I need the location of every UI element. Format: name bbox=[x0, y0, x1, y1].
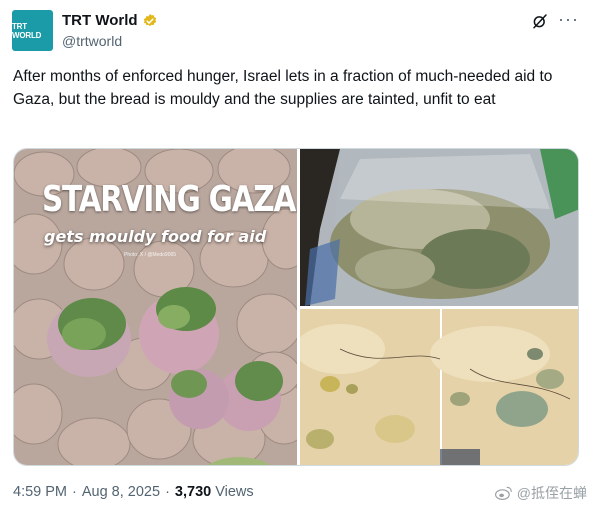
separator: · bbox=[72, 484, 77, 500]
media-overlay-credit: Photo: X / @Medo9065 bbox=[124, 252, 177, 258]
watermark: @抵侄在蝉 bbox=[494, 483, 587, 503]
views-label: Views bbox=[215, 484, 254, 500]
mouldy-bag-photo bbox=[300, 149, 578, 306]
watermark-text: @抵侄在蝉 bbox=[516, 485, 587, 501]
media-overlay-title: STARVING GAZA bbox=[42, 179, 296, 220]
media-image-mouldy-flatbread[interactable] bbox=[300, 309, 578, 465]
tweet-footer: 4:59 PM · Aug 8, 2025 · 3,730 Views bbox=[13, 484, 254, 500]
more-options-button[interactable]: ··· bbox=[558, 10, 579, 28]
media-overlay-subtitle: gets mouldy food for aid bbox=[44, 227, 267, 246]
views-count[interactable]: 3,730 bbox=[175, 484, 211, 500]
author-display-name-row[interactable]: TRT World bbox=[62, 11, 158, 30]
author-names: TRT World @trtworld bbox=[62, 11, 158, 51]
weibo-logo-icon bbox=[494, 486, 512, 500]
tweet-text: After months of enforced hunger, Israel … bbox=[13, 68, 553, 108]
author-display-name[interactable]: TRT World bbox=[62, 11, 138, 30]
media-image-mouldy-bread[interactable]: STARVING GAZA gets mouldy food for aid P… bbox=[14, 149, 297, 465]
verified-badge-icon bbox=[143, 13, 156, 26]
mouldy-flatbread-photo bbox=[300, 309, 578, 465]
separator: · bbox=[165, 484, 170, 500]
media-grid: STARVING GAZA gets mouldy food for aid P… bbox=[13, 148, 579, 466]
post-time[interactable]: 4:59 PM bbox=[13, 484, 67, 500]
grok-icon[interactable] bbox=[531, 12, 549, 30]
author-handle[interactable]: @trtworld bbox=[62, 31, 158, 51]
media-image-mouldy-bag[interactable] bbox=[300, 149, 578, 306]
post-date[interactable]: Aug 8, 2025 bbox=[82, 484, 160, 500]
tweet-header: TRT WORLD TRT World @trtworld ··· bbox=[12, 10, 583, 52]
avatar[interactable]: TRT WORLD bbox=[12, 10, 53, 51]
